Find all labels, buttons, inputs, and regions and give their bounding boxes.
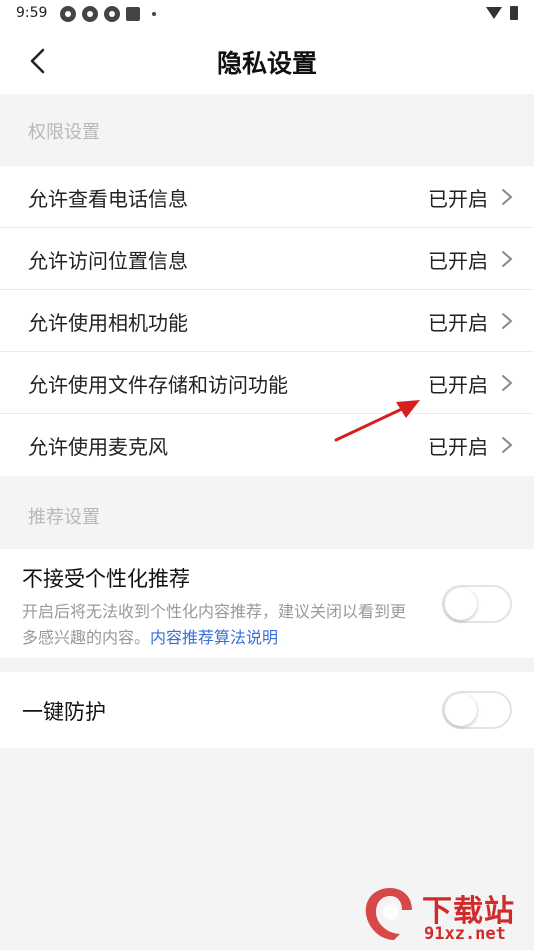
watermark-logo-icon xyxy=(365,888,412,940)
status-time: 9:59 xyxy=(16,5,48,21)
permission-status: 已开启 xyxy=(428,435,488,459)
app-notification-icon xyxy=(104,6,120,22)
permission-label: 允许使用相机功能 xyxy=(28,311,188,335)
permission-status: 已开启 xyxy=(428,373,488,397)
permission-row-camera[interactable]: 允许使用相机功能 已开启 xyxy=(0,290,534,352)
permission-status: 已开启 xyxy=(428,311,488,335)
recommend-description: 开启后将无法收到个性化内容推荐，建议关闭以看到更多感兴趣的内容。内容推荐算法说明 xyxy=(22,602,407,647)
notification-icons xyxy=(60,6,156,22)
permission-label: 允许使用麦克风 xyxy=(28,435,168,459)
chevron-right-icon xyxy=(502,251,512,267)
system-icons xyxy=(486,6,518,20)
annotation-arrow-icon xyxy=(334,400,420,442)
permission-label: 允许使用文件存储和访问功能 xyxy=(28,373,288,397)
watermark: 下载站 91xz.net xyxy=(360,884,530,946)
permissions-list: 允许查看电话信息 已开启 允许访问位置信息 已开启 允许使用相机功能 已开启 允… xyxy=(0,166,534,476)
page-title: 隐私设置 xyxy=(216,49,317,78)
one-key-protection-toggle[interactable] xyxy=(442,691,512,729)
permission-row-storage[interactable]: 允许使用文件存储和访问功能 已开启 xyxy=(0,352,534,414)
app-notification-icon xyxy=(82,6,98,22)
permission-label: 允许查看电话信息 xyxy=(28,187,188,211)
one-key-protection-label: 一键防护 xyxy=(22,700,106,724)
toggle-knob xyxy=(445,694,477,726)
app-notification-icon xyxy=(60,6,76,22)
personalized-recommend-card: 不接受个性化推荐 开启后将无法收到个性化内容推荐，建议关闭以看到更多感兴趣的内容… xyxy=(0,549,534,658)
recommend-title: 不接受个性化推荐 xyxy=(22,567,190,591)
status-bar: 9:59 xyxy=(0,0,534,28)
watermark-url: 91xz.net xyxy=(424,924,506,944)
permission-row-location[interactable]: 允许访问位置信息 已开启 xyxy=(0,228,534,290)
chevron-right-icon xyxy=(502,437,512,453)
one-key-protection-card: 一键防护 xyxy=(0,672,534,748)
battery-icon xyxy=(510,6,518,20)
chevron-right-icon xyxy=(502,189,512,205)
algorithm-explanation-link[interactable]: 内容推荐算法说明 xyxy=(150,628,278,647)
chevron-right-icon xyxy=(502,313,512,329)
section-header-recommend: 推荐设置 xyxy=(0,479,534,549)
permission-row-microphone[interactable]: 允许使用麦克风 已开启 xyxy=(0,414,534,476)
app-square-icon xyxy=(126,7,140,21)
chevron-right-icon xyxy=(502,375,512,391)
permission-status: 已开启 xyxy=(428,249,488,273)
wifi-icon xyxy=(486,7,502,19)
section-header-permissions: 权限设置 xyxy=(0,94,534,166)
permission-label: 允许访问位置信息 xyxy=(28,249,188,273)
nav-bar: 隐私设置 xyxy=(0,28,534,94)
permission-status: 已开启 xyxy=(428,187,488,211)
toggle-knob xyxy=(445,588,477,620)
permission-row-phone[interactable]: 允许查看电话信息 已开启 xyxy=(0,166,534,228)
more-notifications-dot-icon xyxy=(152,12,156,16)
personalized-recommend-toggle[interactable] xyxy=(442,585,512,623)
